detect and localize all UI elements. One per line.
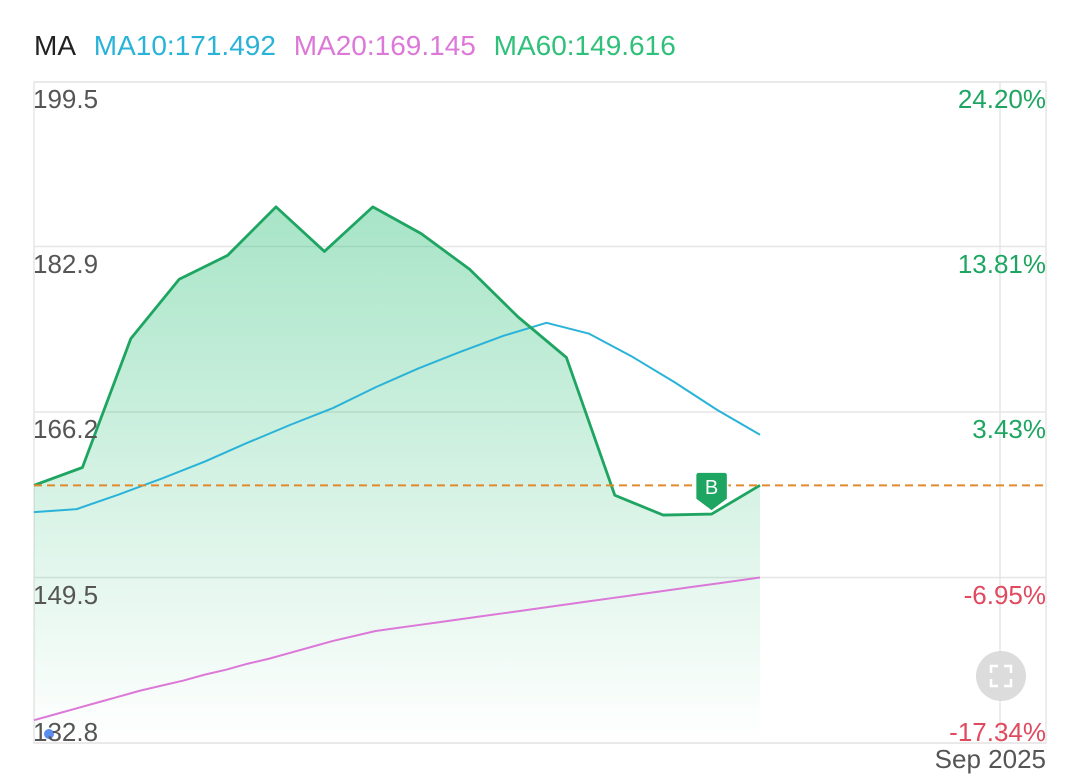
buy-marker-label: B (705, 477, 718, 499)
chart: MA MA10:171.492 MA20:169.145 MA60:149.61… (0, 0, 1080, 774)
y-tick-label: 199.5 (33, 84, 99, 114)
y-tick-label: 149.5 (33, 579, 99, 610)
pct-tick-label: -6.95% (963, 579, 1046, 610)
expand-chart-button[interactable] (976, 651, 1026, 701)
pct-tick-label: 3.43% (972, 414, 1046, 444)
y-tick-label: 166.2 (33, 414, 99, 444)
pct-tick-label: 13.81% (957, 248, 1046, 279)
y-tick-label: 132.8 (33, 717, 99, 747)
buy-marker[interactable]: B (694, 471, 729, 513)
x-axis-label: Sep 2025 (934, 744, 1046, 774)
price-area (34, 206, 760, 743)
plot-area: B (33, 81, 1047, 744)
expand-icon (989, 664, 1013, 688)
pct-tick-label: 24.20% (957, 84, 1046, 114)
y-tick-label: 182.9 (33, 248, 99, 279)
